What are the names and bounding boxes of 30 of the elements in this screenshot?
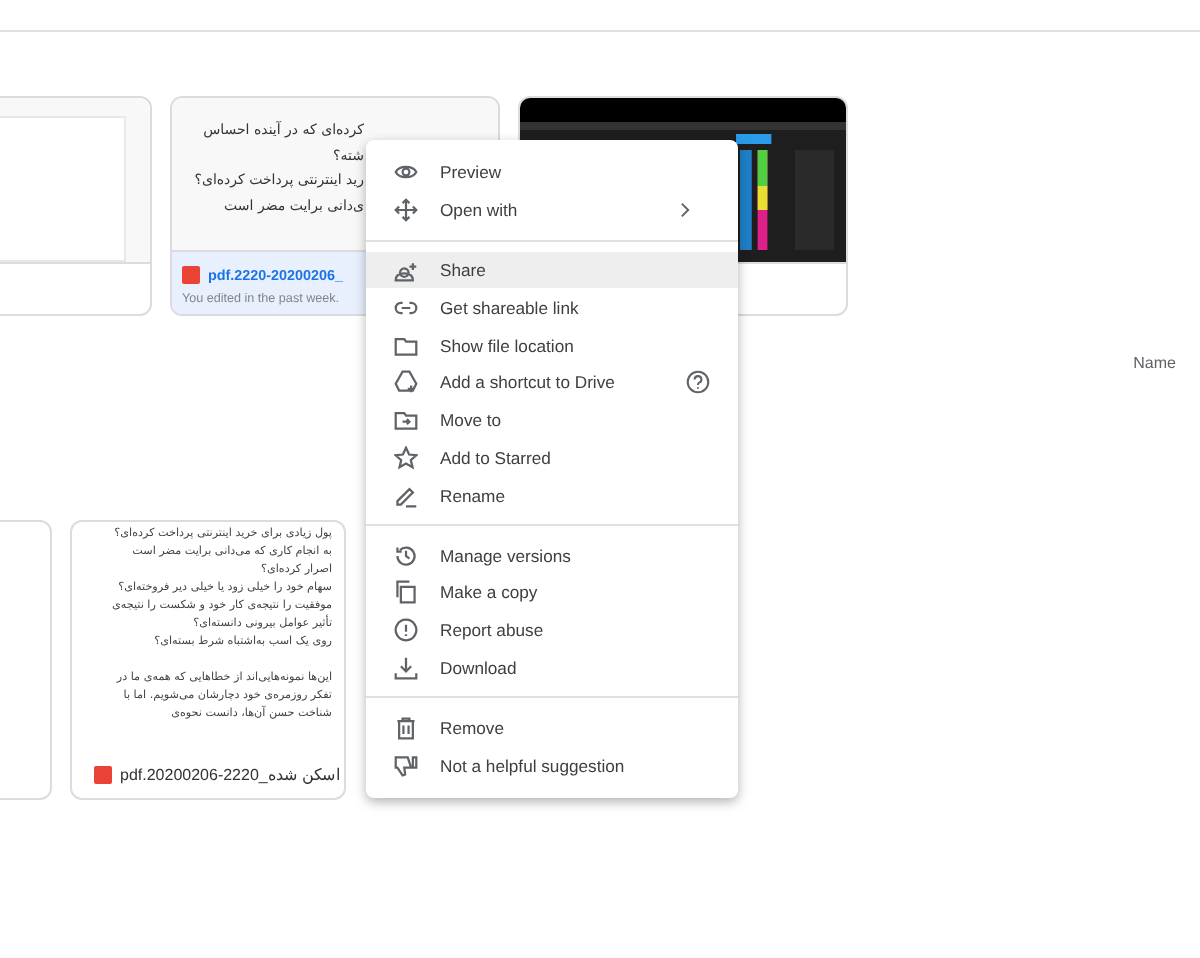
menu-item[interactable]: Add a shortcut to Drive bbox=[366, 363, 738, 402]
menu-item[interactable]: Manage versions bbox=[366, 536, 738, 574]
star-icon bbox=[394, 445, 418, 470]
menu-item[interactable]: Show file location bbox=[366, 326, 738, 364]
menu-item[interactable]: Share bbox=[366, 251, 738, 289]
sort-label[interactable]: Name bbox=[1133, 354, 1176, 372]
menu-item[interactable]: Rename bbox=[366, 476, 738, 515]
folder-arrow-icon bbox=[394, 408, 418, 433]
pdf-icon bbox=[182, 266, 200, 284]
menu-item[interactable]: Move to bbox=[366, 401, 738, 440]
menu-item[interactable]: Not a helpful suggestion bbox=[366, 746, 738, 784]
menu-item[interactable]: Remove bbox=[366, 708, 738, 747]
history-icon bbox=[394, 543, 418, 568]
menu-item[interactable]: Report abuse bbox=[366, 611, 738, 650]
alert-icon bbox=[394, 618, 418, 643]
pdf-icon bbox=[94, 766, 112, 784]
thumbs-down-icon bbox=[394, 753, 418, 778]
pencil-icon bbox=[394, 483, 418, 508]
menu-item[interactable]: Download bbox=[366, 649, 738, 687]
menu-item[interactable]: Add to Starred bbox=[366, 439, 738, 477]
download-icon bbox=[394, 655, 418, 680]
folder-icon bbox=[394, 333, 418, 358]
trash-icon bbox=[394, 715, 418, 740]
add-person-icon bbox=[394, 257, 418, 282]
move-icon bbox=[394, 198, 418, 223]
menu-item[interactable]: Make a copy bbox=[366, 573, 738, 612]
help-icon[interactable] bbox=[686, 370, 710, 395]
copy-icon bbox=[394, 580, 418, 605]
file-card[interactable] bbox=[70, 520, 346, 800]
file-name: pdf.اسکن شده_2220-20200206 bbox=[120, 766, 341, 784]
